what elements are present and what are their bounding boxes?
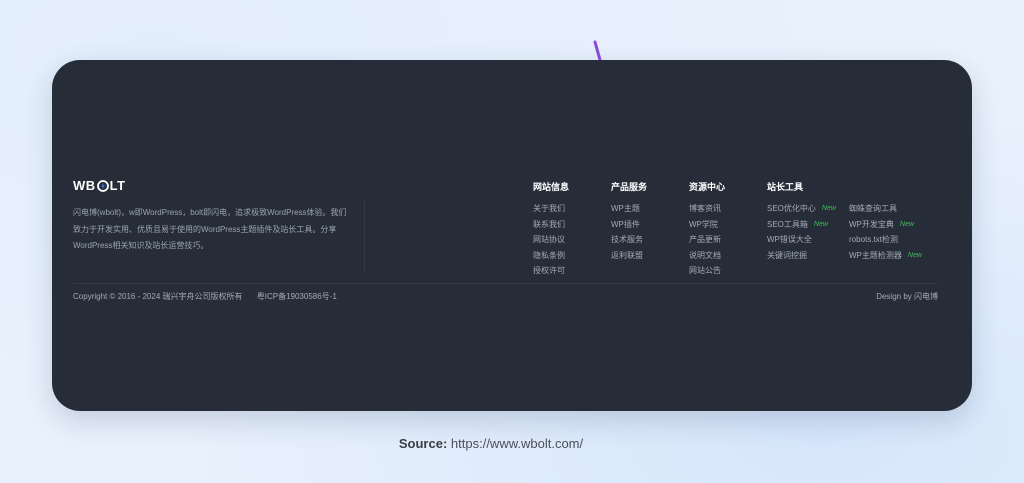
footer-link-privacy[interactable]: 隐私条例 <box>533 248 569 264</box>
footer-link-wp-themes[interactable]: WP主题 <box>611 201 647 217</box>
footer-link-agreement[interactable]: 网站协议 <box>533 232 569 248</box>
bolt-icon <box>96 179 109 192</box>
footer-link-license[interactable]: 授权许可 <box>533 263 569 279</box>
icp-link[interactable]: 粤ICP备19030586号-1 <box>257 292 337 301</box>
column-heading: 产品服务 <box>611 182 648 192</box>
tool-link-wp-errors[interactable]: WP错误大全 <box>767 232 849 248</box>
footer-link-tech-service[interactable]: 技术服务 <box>611 232 647 248</box>
footer-link-contact[interactable]: 联系我们 <box>533 217 569 233</box>
new-badge: New <box>821 205 836 212</box>
column-heading: 网站信息 <box>533 182 570 192</box>
tools-left-list: SEO优化中心 New SEO工具箱 New WP错误大全 关键词挖掘 <box>767 201 849 263</box>
logo-text-right: LT <box>109 178 126 193</box>
column-site-info: 网站信息 关于我们 联系我们 网站协议 隐私条例 授权许可 <box>533 180 569 279</box>
tool-link-seo-center[interactable]: SEO优化中心 New <box>767 201 849 217</box>
source-caption: Source: https://www.wbolt.com/ <box>0 436 982 451</box>
tool-link-robots-check[interactable]: robots.txt检测 <box>849 232 922 248</box>
copyright-bar: Copyright © 2016 - 2024 瑞兴宇舟公司版权所有 粤ICP备… <box>73 291 349 302</box>
tool-link-seo-toolbox[interactable]: SEO工具箱 New <box>767 217 849 233</box>
new-badge: New <box>907 251 922 259</box>
tool-link-wp-dev-handbook[interactable]: WP开发宝典 New <box>849 217 922 233</box>
logo-text-left: WB <box>73 178 96 193</box>
design-by-link[interactable]: Design by 闪电博 <box>876 291 938 302</box>
footer-link-affiliate[interactable]: 返利联盟 <box>611 248 647 264</box>
footer-card: WB LT 闪电博(wbolt)，w即WordPress，bolt即闪电，追求极… <box>52 60 972 411</box>
footer-link-docs[interactable]: 说明文档 <box>689 248 725 264</box>
column-resources: 资源中心 博客资讯 WP学院 产品更新 说明文档 网站公告 <box>689 180 725 279</box>
site-description: 闪电博(wbolt)，w即WordPress，bolt即闪电，追求极致WordP… <box>73 208 347 250</box>
column-webmaster-tools: 站长工具 SEO优化中心 New SEO工具箱 New WP错误大全 关键词挖掘 蜘… <box>767 180 922 263</box>
tool-link-keyword-mining[interactable]: 关键词挖掘 <box>767 248 849 264</box>
footer-link-product-updates[interactable]: 产品更新 <box>689 232 725 248</box>
new-badge: New <box>813 220 828 228</box>
column-heading: 站长工具 <box>767 182 804 192</box>
footer-link-announcements[interactable]: 网站公告 <box>689 263 725 279</box>
new-badge: New <box>899 220 914 228</box>
vertical-divider <box>364 200 365 272</box>
tools-right-list: 蜘蛛查询工具 WP开发宝典 New robots.txt检测 WP主题检测器 New <box>849 201 922 263</box>
horizontal-divider <box>73 283 938 284</box>
tool-link-theme-checker[interactable]: WP主题检测器 New <box>849 248 922 264</box>
footer-link-about[interactable]: 关于我们 <box>533 201 569 217</box>
tool-link-spider-lookup[interactable]: 蜘蛛查询工具 <box>849 201 922 217</box>
footer-link-wp-academy[interactable]: WP学院 <box>689 217 725 233</box>
column-heading: 资源中心 <box>689 182 726 192</box>
copyright-text: Copyright © 2016 - 2024 瑞兴宇舟公司版权所有 <box>73 292 243 301</box>
footer-link-wp-plugins[interactable]: WP插件 <box>611 217 647 233</box>
source-label: Source: <box>398 436 448 451</box>
footer-link-blog[interactable]: 博客资讯 <box>689 201 725 217</box>
wbolt-logo[interactable]: WB LT <box>73 178 126 193</box>
source-url: https://www.wbolt.com/ <box>450 436 584 451</box>
column-products: 产品服务 WP主题 WP插件 技术服务 返利联盟 <box>611 180 647 263</box>
